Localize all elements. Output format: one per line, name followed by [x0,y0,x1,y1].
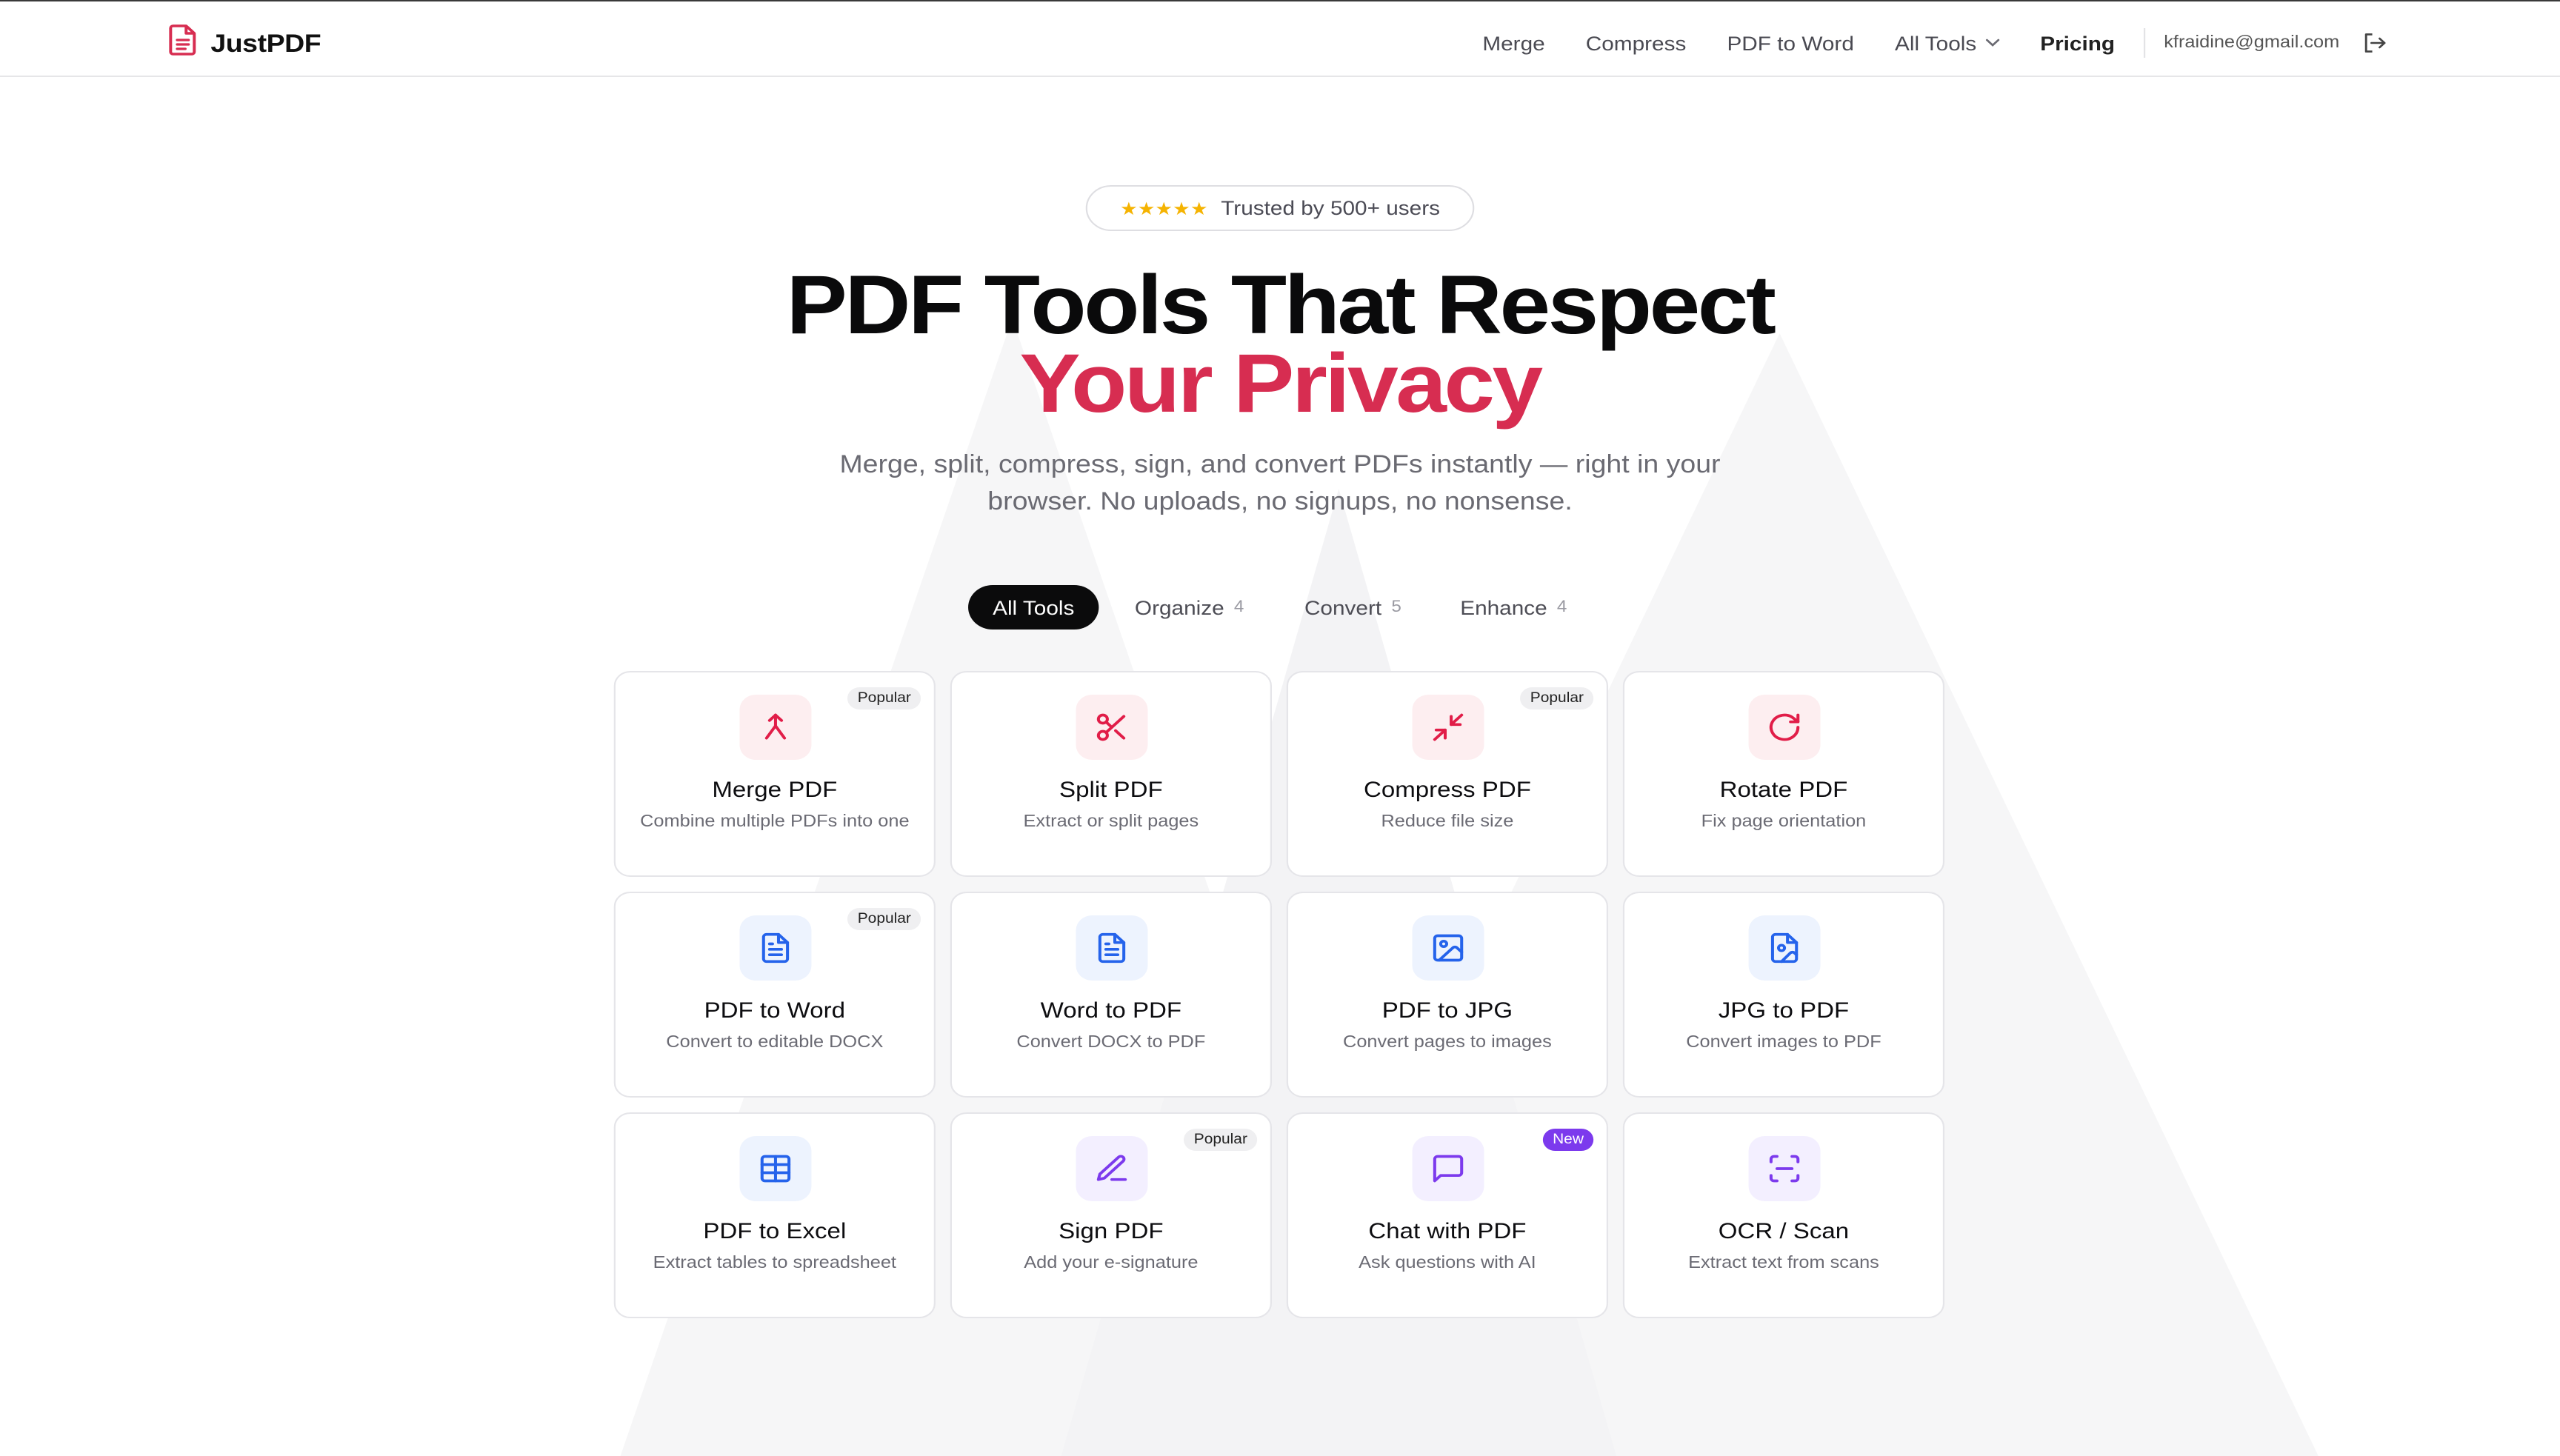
hero-subtitle-line2: browser. No uploads, no signups, no nons… [987,487,1573,515]
popular-badge: Popular [1520,687,1594,709]
tool-description: Extract tables to spreadsheet [653,1255,896,1272]
tool-card-pdf-to-jpg[interactable]: PDF to JPG Convert pages to images [1286,892,1609,1098]
nav-divider [2144,28,2146,58]
tool-description: Extract text from scans [1688,1255,1879,1272]
top-navbar: JustPDF Merge Compress PDF to Word All T… [0,0,2560,77]
tool-description: Convert pages to images [1343,1034,1552,1052]
tool-description: Convert images to PDF [1686,1034,1881,1052]
new-badge: New [1542,1129,1594,1151]
hero-title-line2: Your Privacy [1019,336,1543,430]
tab-convert[interactable]: Convert 5 [1304,585,1401,630]
tab-count: 5 [1391,598,1401,616]
tool-description: Reduce file size [1381,813,1514,831]
tool-title: Split PDF [1059,778,1163,803]
tool-card-chat-with-pdf[interactable]: New Chat with PDF Ask questions with AI [1286,1112,1609,1318]
tool-title: PDF to Excel [703,1219,847,1244]
popular-badge: Popular [847,908,921,930]
tool-card-sign-pdf[interactable]: Popular Sign PDF Add your e-signature [950,1112,1272,1318]
compress-arrows-icon [1412,695,1484,760]
file-image-icon [1748,915,1821,981]
tab-all-tools[interactable]: All Tools [968,585,1099,630]
nav-all-tools-label: All Tools [1894,32,1977,54]
nav-pdf-to-word[interactable]: PDF to Word [1727,32,1853,54]
scan-icon [1748,1136,1821,1201]
tab-enhance[interactable]: Enhance 4 [1460,585,1567,630]
trust-badge: ★★★★★ Trusted by 500+ users [1085,185,1475,231]
image-icon [1412,915,1484,981]
tool-description: Ask questions with AI [1359,1255,1536,1272]
merge-icon [739,695,812,760]
tool-card-jpg-to-pdf[interactable]: JPG to PDF Convert images to PDF [1622,892,1945,1098]
hero-subtitle-line1: Merge, split, compress, sign, and conver… [839,450,1721,478]
tool-title: Compress PDF [1363,778,1531,803]
tool-title: PDF to JPG [1381,998,1513,1023]
document-icon [739,915,812,981]
tool-card-pdf-to-word[interactable]: Popular PDF to Word Convert to editable … [613,892,936,1098]
popular-badge: Popular [847,687,921,709]
popular-badge: Popular [1184,1129,1258,1151]
tool-card-ocr-scan[interactable]: OCR / Scan Extract text from scans [1622,1112,1945,1318]
tab-label: Enhance [1460,596,1547,618]
tool-description: Convert to editable DOCX [666,1034,884,1052]
tool-title: Rotate PDF [1719,778,1848,803]
tool-description: Fix page orientation [1701,813,1867,831]
nav-compress[interactable]: Compress [1586,32,1687,54]
pdf-file-icon [168,24,198,64]
tool-description: Convert DOCX to PDF [1016,1034,1206,1052]
tab-count: 4 [1233,598,1244,616]
tool-title: Sign PDF [1059,1219,1164,1244]
nav-all-tools-dropdown[interactable]: All Tools [1895,32,1999,54]
tool-card-pdf-to-excel[interactable]: PDF to Excel Extract tables to spreadshe… [613,1112,936,1318]
tool-card-rotate-pdf[interactable]: Rotate PDF Fix page orientation [1622,671,1945,877]
category-tabs: All Tools Organize 4 Convert 5 Enhance 4 [968,585,1567,630]
tool-title: Chat with PDF [1368,1219,1527,1244]
tools-grid: Popular Merge PDF Combine multiple PDFs … [613,671,1947,1318]
tool-description: Extract or split pages [1023,813,1199,831]
tab-label: Convert [1304,596,1382,618]
tab-label: All Tools [993,596,1075,618]
tool-title: Merge PDF [712,778,838,803]
chevron-down-icon [1984,39,1999,47]
pen-icon [1076,1136,1148,1201]
tool-card-split-pdf[interactable]: Split PDF Extract or split pages [950,671,1272,877]
tab-count: 4 [1556,598,1567,616]
hero-subtitle: Merge, split, compress, sign, and conver… [0,446,2560,520]
table-icon [739,1136,812,1201]
tool-card-word-to-pdf[interactable]: Word to PDF Convert DOCX to PDF [950,892,1272,1098]
page: JustPDF Merge Compress PDF to Word All T… [0,0,2560,1456]
document-icon [1076,915,1148,981]
tool-description: Add your e-signature [1024,1255,1199,1272]
logo[interactable]: JustPDF [168,24,321,64]
main-nav: Merge Compress PDF to Word All Tools Pri… [1482,28,2387,58]
trust-badge-text: Trusted by 500+ users [1221,197,1441,219]
nav-pricing[interactable]: Pricing [2040,32,2115,54]
user-email: kfraidine@gmail.com [2164,34,2340,52]
app-name: JustPDF [210,29,321,57]
scissors-icon [1076,695,1148,760]
tool-card-merge-pdf[interactable]: Popular Merge PDF Combine multiple PDFs … [613,671,936,877]
tool-title: OCR / Scan [1718,1219,1850,1244]
rotate-icon [1748,695,1821,760]
rating-stars-icon: ★★★★★ [1120,198,1208,218]
tab-organize[interactable]: Organize 4 [1135,585,1244,630]
nav-merge[interactable]: Merge [1482,32,1544,54]
tool-description: Combine multiple PDFs into one [640,813,910,831]
tab-label: Organize [1134,596,1224,618]
logout-icon[interactable] [2362,33,2387,53]
tool-title: JPG to PDF [1718,998,1850,1023]
tool-title: PDF to Word [704,998,846,1023]
tool-card-compress-pdf[interactable]: Popular Compress PDF Reduce file size [1286,671,1609,877]
chat-icon [1412,1136,1484,1201]
tool-title: Word to PDF [1040,998,1182,1023]
